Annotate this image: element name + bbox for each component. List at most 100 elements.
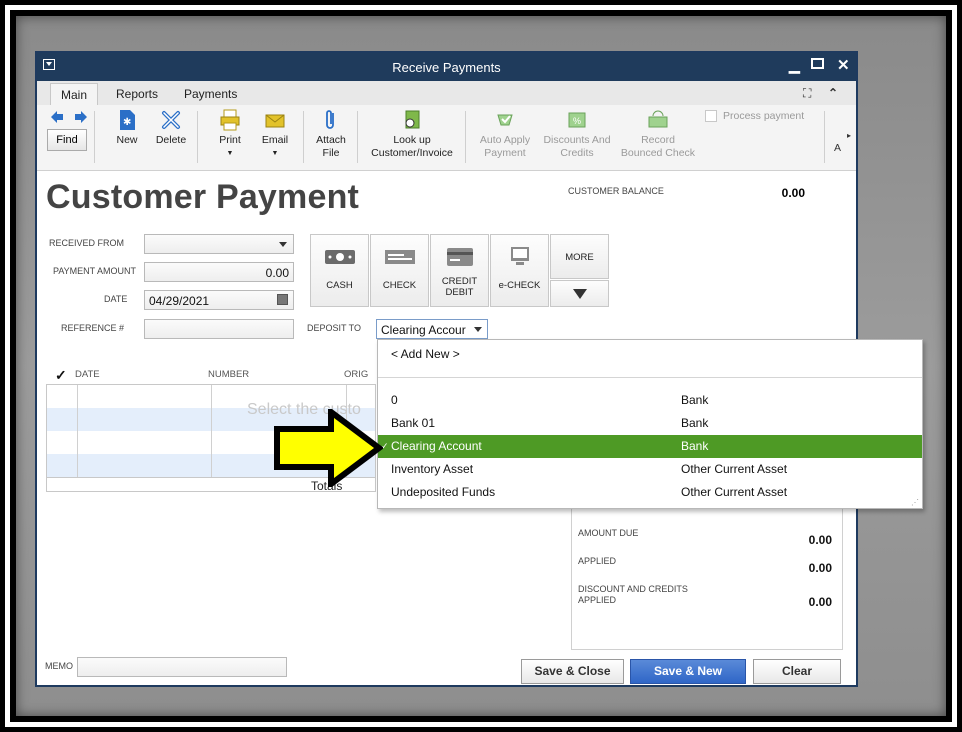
new-button[interactable]: ✱ New	[111, 109, 143, 147]
date-label: DATE	[104, 294, 128, 304]
tab-bar: Main Reports Payments ⛶ ⌃	[37, 81, 856, 105]
received-from-dropdown[interactable]	[144, 234, 294, 254]
find-button[interactable]: Find	[47, 129, 87, 151]
deposit-to-value: Clearing Accour	[381, 323, 466, 337]
delete-label: Delete	[155, 134, 187, 146]
dropdown-item-selected[interactable]: ✓ Clearing Account Bank	[378, 435, 922, 458]
prev-next-arrows-icon[interactable]	[51, 111, 87, 123]
echeck-label: e-CHECK	[498, 280, 541, 291]
record-label-1: Record	[641, 134, 675, 146]
tab-payments[interactable]: Payments	[174, 85, 247, 103]
discount-tag-icon: %	[568, 112, 586, 128]
cash-label: CASH	[326, 280, 353, 291]
window-title: Receive Payments	[392, 60, 501, 75]
discounts-label-1: Discounts And	[543, 134, 611, 146]
calendar-icon[interactable]	[277, 294, 288, 305]
account-type: Other Current Asset	[681, 462, 788, 476]
applied-label: APPLIED	[578, 556, 617, 566]
discounts-credits-button[interactable]: % Discounts And Credits	[539, 109, 615, 160]
attach-label-2: File	[322, 147, 340, 159]
attach-label-1: Attach	[316, 134, 346, 146]
check-label: CHECK	[382, 280, 417, 291]
print-dropdown-icon[interactable]: ▼	[215, 147, 245, 160]
process-payment-label: Process payment	[723, 110, 805, 122]
print-label: Print	[219, 134, 241, 146]
printer-icon	[220, 109, 240, 131]
delete-x-icon	[162, 111, 180, 129]
credit-debit-button[interactable]: CREDIT DEBIT	[430, 234, 489, 307]
account-name: Inventory Asset	[391, 462, 474, 476]
select-all-check-icon[interactable]: ✓	[55, 367, 67, 384]
toolbar-overflow-label: A	[834, 142, 842, 154]
deposit-to-dropdown-list: < Add New > 0 Bank Bank 01 Bank ✓ Cleari…	[377, 339, 923, 509]
lookup-label-1: Look up	[393, 134, 431, 146]
collapse-toolbar-icon[interactable]: ⌃	[828, 86, 838, 100]
paperclip-icon	[326, 110, 334, 129]
reference-field[interactable]	[144, 319, 294, 339]
close-icon[interactable]: ✕	[837, 56, 850, 74]
bounced-check-icon	[648, 110, 668, 128]
discount-credits-label-1: DISCOUNT AND CREDITS	[578, 584, 688, 594]
memo-label: MEMO	[45, 661, 73, 671]
record-label-2: Bounced Check	[620, 147, 696, 159]
toolbar: Find ✱ New Delete Print ▼ Email ▼ Attach…	[37, 105, 856, 171]
dropdown-add-new[interactable]: < Add New >	[378, 343, 922, 366]
email-label: Email	[261, 134, 289, 146]
tab-main[interactable]: Main	[50, 83, 99, 105]
lookup-customer-invoice-button[interactable]: Look up Customer/Invoice	[367, 109, 457, 160]
dropdown-item[interactable]: 0 Bank	[378, 389, 922, 412]
chevron-down-icon	[573, 289, 587, 299]
more-button[interactable]: MORE	[550, 234, 609, 279]
account-name: Undeposited Funds	[391, 485, 496, 499]
auto-apply-icon	[497, 114, 513, 126]
dropdown-item[interactable]: Undeposited Funds Other Current Asset	[378, 481, 922, 504]
check-icon	[385, 250, 415, 264]
deposit-to-dropdown[interactable]: Clearing Accour	[376, 319, 488, 339]
customer-balance-label: CUSTOMER BALANCE	[568, 186, 664, 196]
maximize-icon[interactable]	[811, 58, 824, 69]
dropdown-item[interactable]: Bank 01 Bank	[378, 412, 922, 435]
customer-balance-value: 0.00	[781, 186, 805, 200]
dropdown-item[interactable]: Inventory Asset Other Current Asset	[378, 458, 922, 481]
cash-button[interactable]: CASH	[310, 234, 369, 307]
expand-icon[interactable]: ⛶	[803, 86, 811, 101]
resize-grip-icon[interactable]: ⋰	[911, 498, 919, 507]
grid-header-orig[interactable]: ORIG	[344, 369, 368, 380]
account-name: Bank 01	[391, 416, 436, 430]
deposit-to-label: DEPOSIT TO	[307, 323, 362, 333]
process-payment-checkbox[interactable]	[705, 110, 717, 122]
grid-header-date[interactable]: DATE	[75, 369, 100, 380]
toolbar-scroll-right-icon[interactable]: ▸	[847, 131, 851, 140]
save-close-button[interactable]: Save & Close	[521, 659, 624, 684]
chevron-down-icon	[279, 242, 287, 247]
date-field[interactable]: 04/29/2021	[144, 290, 294, 310]
account-type: Bank	[681, 416, 709, 430]
save-new-button[interactable]: Save & New	[630, 659, 746, 684]
print-button[interactable]: Print ▼	[215, 109, 245, 160]
grid-header-number[interactable]: NUMBER	[208, 369, 249, 380]
more-dropdown-button[interactable]	[550, 280, 609, 307]
chevron-down-icon	[474, 327, 482, 332]
credit-debit-label: CREDIT DEBIT	[431, 276, 488, 298]
email-dropdown-icon[interactable]: ▼	[258, 147, 292, 160]
auto-apply-label-2: Payment	[484, 147, 526, 159]
attach-file-button[interactable]: Attach File	[313, 109, 349, 160]
tab-reports[interactable]: Reports	[106, 85, 168, 103]
clear-button[interactable]: Clear	[753, 659, 841, 684]
email-button[interactable]: Email ▼	[258, 109, 292, 160]
cash-icon	[325, 250, 355, 264]
memo-field[interactable]	[77, 657, 287, 677]
auto-apply-label-1: Auto Apply	[479, 134, 531, 146]
delete-button[interactable]: Delete	[153, 109, 189, 147]
discount-credits-label-2: APPLIED	[578, 595, 617, 605]
echeck-button[interactable]: e-CHECK	[490, 234, 549, 307]
payment-amount-field[interactable]: 0.00	[144, 262, 294, 282]
svg-text:✱: ✱	[123, 117, 131, 128]
yellow-pointer-arrow-icon	[274, 409, 383, 487]
minimize-icon[interactable]: ▁	[789, 57, 800, 74]
applied-value: 0.00	[808, 561, 832, 575]
credit-label: CREDIT	[441, 276, 478, 287]
auto-apply-payment-button[interactable]: Auto Apply Payment	[475, 109, 535, 160]
record-bounced-check-button[interactable]: Record Bounced Check	[617, 109, 699, 160]
check-button[interactable]: CHECK	[370, 234, 429, 307]
